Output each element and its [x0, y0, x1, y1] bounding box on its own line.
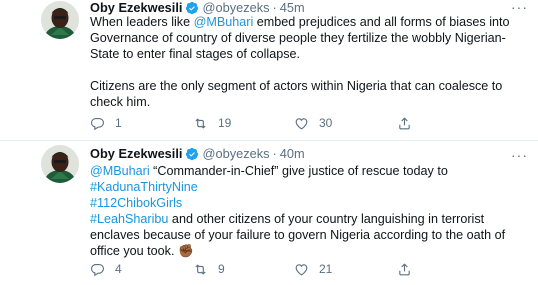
like-count: 30 [319, 116, 333, 130]
tweet-paragraph: When leaders like @MBuhari embed prejudi… [90, 14, 530, 62]
hashtag-link[interactable]: #112ChibokGirls [90, 196, 182, 210]
tweet-paragraph: Citizens are the only segment of actors … [90, 79, 503, 109]
tweet-line: #112ChibokGirls [90, 195, 530, 211]
verified-badge-icon [185, 147, 199, 161]
tweet-line: #LeahSharibu and other citizens of your … [90, 211, 530, 259]
timestamp[interactable]: 40m [280, 145, 305, 163]
tweet-line: @MBuhari “Commander-in-Chief” give justi… [90, 163, 530, 179]
more-dots-icon[interactable]: ··· [511, 0, 528, 14]
share-icon [399, 117, 410, 129]
text-segment: “Commander-in-Chief” give justice of res… [149, 164, 448, 178]
like-icon [295, 263, 308, 275]
share-button[interactable] [397, 115, 412, 131]
more-dots-icon[interactable]: ··· [511, 148, 528, 162]
separator-dot: · [272, 146, 277, 161]
hashtag-link[interactable]: #KadunaThirtyNine [90, 180, 198, 194]
retweet-button[interactable]: 9 [193, 261, 225, 277]
retweet-count: 19 [218, 116, 232, 130]
tweet[interactable]: Oby Ezekwesili @obyezeks · 40m ··· @MBuh… [0, 141, 538, 285]
reply-button[interactable]: 1 [90, 115, 122, 131]
hashtag-link[interactable]: #LeahSharibu [90, 212, 168, 226]
mention-link[interactable]: @MBuhari [194, 15, 254, 29]
reply-button[interactable]: 4 [90, 261, 122, 277]
like-button[interactable]: 30 [294, 115, 332, 131]
reply-icon [90, 263, 105, 276]
author-handle[interactable]: @obyezeks [202, 145, 269, 163]
reply-count: 1 [115, 116, 122, 130]
tweet-header: Oby Ezekwesili @obyezeks · 40m [90, 145, 305, 163]
avatar[interactable] [41, 145, 79, 183]
tweet-text: When leaders like @MBuhari embed prejudi… [90, 14, 530, 110]
like-button[interactable]: 21 [294, 261, 332, 277]
retweet-icon [195, 118, 206, 128]
reply-count: 4 [115, 262, 122, 276]
share-icon [399, 263, 410, 275]
share-button[interactable] [397, 261, 412, 277]
avatar[interactable] [41, 1, 79, 39]
retweet-button[interactable]: 19 [193, 115, 231, 131]
like-count: 21 [319, 262, 333, 276]
retweet-icon [195, 264, 206, 274]
text-segment: When leaders like [90, 15, 194, 29]
tweet-text: @MBuhari “Commander-in-Chief” give justi… [90, 163, 530, 259]
reply-icon [90, 117, 105, 130]
retweet-count: 9 [218, 262, 225, 276]
author-name[interactable]: Oby Ezekwesili [90, 145, 182, 163]
tweet[interactable]: Oby Ezekwesili @obyezeks · 45m ··· When … [0, 0, 538, 141]
like-icon [295, 117, 308, 129]
mention-link[interactable]: @MBuhari [90, 164, 150, 178]
tweet-line: #KadunaThirtyNine [90, 179, 530, 195]
verified-badge-icon [185, 1, 199, 15]
raised-fist-emoji: ✊🏾 [177, 244, 194, 258]
